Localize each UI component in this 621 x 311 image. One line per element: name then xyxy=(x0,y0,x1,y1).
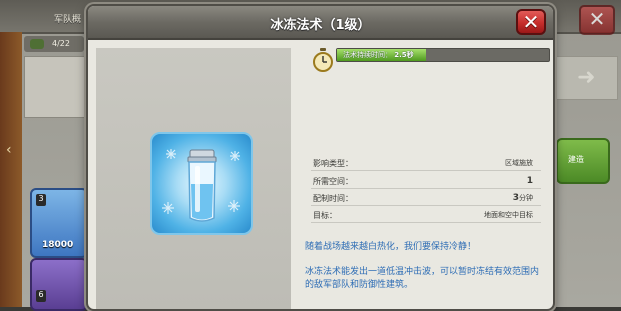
army-camp-icon xyxy=(30,39,44,49)
card-level: 3 xyxy=(36,194,46,206)
stat-label: 所需空间： xyxy=(313,177,353,186)
freeze-spell-icon xyxy=(150,132,253,235)
spell-info-modal: 冰冻法术（1级） ✕ 法术持续时间： 2.5秒 影响类型： 区域施放 所需空间：… xyxy=(86,4,555,311)
spell-duration-text: 法术持续时间： 2.5秒 xyxy=(343,50,414,60)
background-slots xyxy=(24,56,88,118)
stat-value: 地面和空中目标 xyxy=(484,211,533,219)
stat-row-housing-space: 所需空间： 1 xyxy=(311,174,541,189)
background-close-button[interactable]: ✕ xyxy=(579,5,615,35)
spell-image-panel xyxy=(96,48,291,309)
spell-card-other[interactable]: 6 xyxy=(30,258,88,311)
chevron-left-icon[interactable]: ‹ xyxy=(6,142,12,158)
stopwatch-icon xyxy=(312,48,334,72)
stat-row-brew-time: 配制时间： 3分钟 xyxy=(311,191,541,206)
stat-value: 3分钟 xyxy=(513,193,533,203)
troop-counter-value: 4/22 xyxy=(52,39,70,48)
background-next-panel: ➜ xyxy=(556,56,618,100)
modal-title: 冰冻法术（1级） xyxy=(270,18,371,33)
stat-value: 1 xyxy=(526,176,533,186)
stat-row-effect-type: 影响类型： 区域施放 xyxy=(311,156,541,171)
stat-label: 影响类型： xyxy=(313,159,353,168)
background-title: 军队概 xyxy=(54,15,82,25)
card-level: 6 xyxy=(36,290,46,302)
spell-duration-bar: 法术持续时间： 2.5秒 xyxy=(336,48,550,62)
spell-description: 冰冻法术能发出一道低温冲击波，可以暂时冻结有效范围内的敌军部队和防御性建筑。 xyxy=(305,267,540,290)
close-button[interactable]: ✕ xyxy=(516,9,546,35)
stat-value-unit: 分钟 xyxy=(519,194,533,202)
arrow-right-icon[interactable]: ➜ xyxy=(577,65,595,90)
stat-row-targets: 目标： 地面和空中目标 xyxy=(311,208,541,223)
close-icon: ✕ xyxy=(522,10,540,34)
spell-duration-label: 法术持续时间： xyxy=(343,51,392,59)
troop-counter: 4/22 xyxy=(24,36,84,52)
modal-header: 冰冻法术（1级） ✕ xyxy=(88,6,553,40)
stat-label: 目标： xyxy=(313,211,337,220)
green-button-label: 建造 xyxy=(568,155,584,164)
spell-duration-value: 2.5秒 xyxy=(394,51,414,59)
spell-card-lightning[interactable]: 3 18000 xyxy=(30,188,88,258)
card-cost: 18000 xyxy=(42,240,74,250)
background-green-button[interactable]: 建造 xyxy=(556,138,610,184)
stat-label: 配制时间： xyxy=(313,194,353,203)
spell-tagline: 随着战场越来越白热化，我们要保持冷静！ xyxy=(305,242,477,252)
stat-value: 区域施放 xyxy=(505,159,533,167)
background-left-strip: ‹ xyxy=(0,32,22,307)
